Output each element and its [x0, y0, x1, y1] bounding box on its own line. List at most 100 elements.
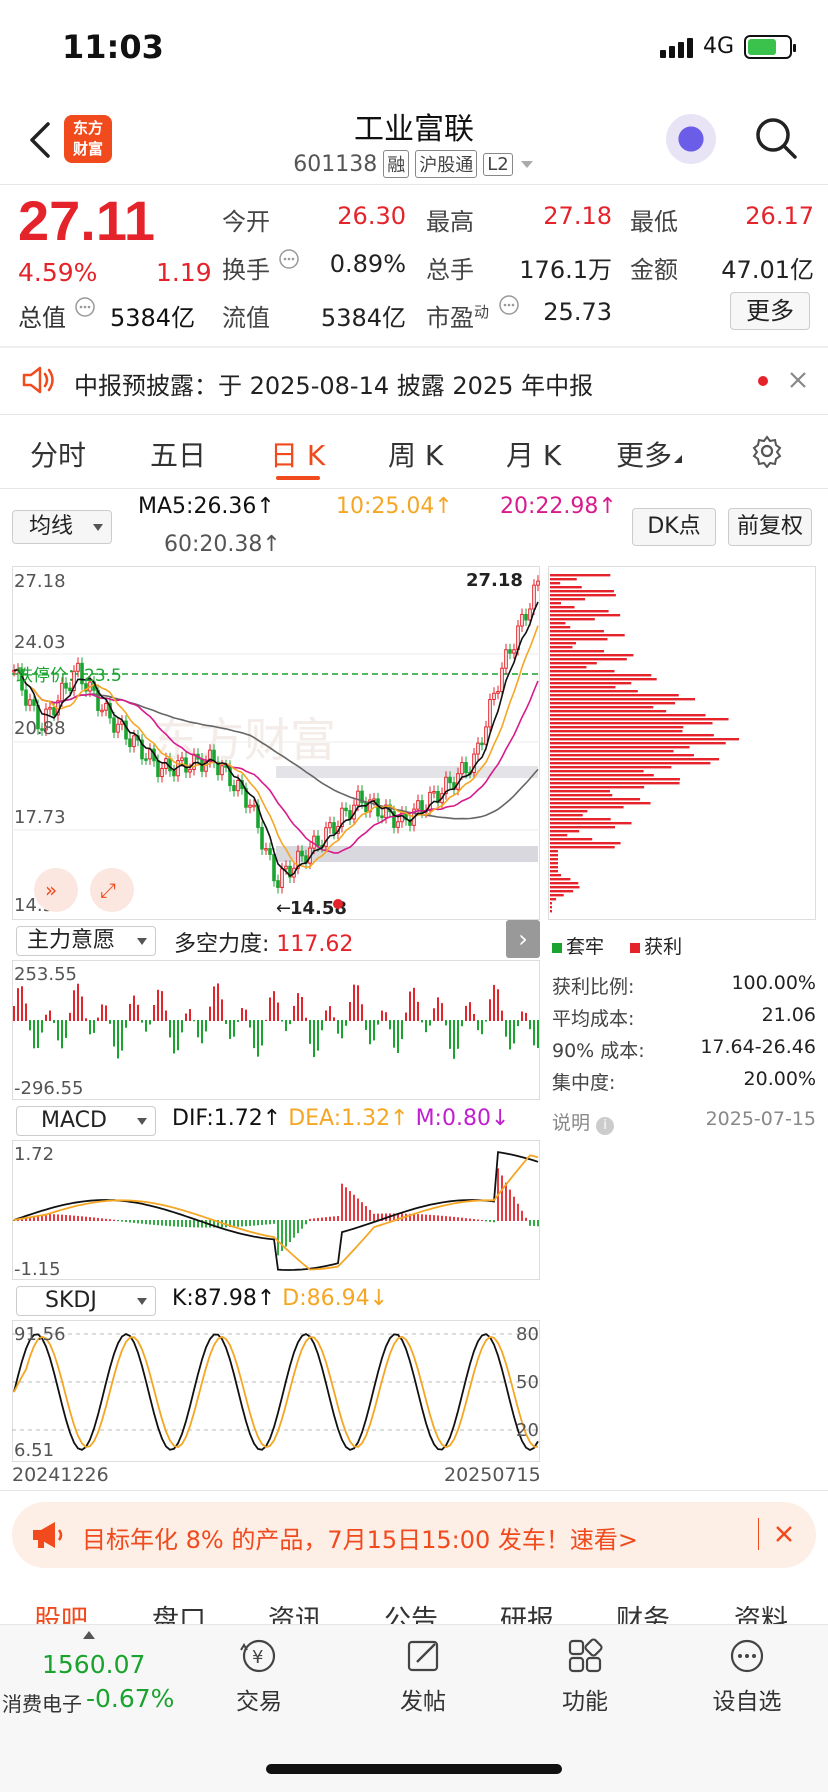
banner-text[interactable]: 目标年化 8% 的产品，7月15日15:00 发车！速看>: [82, 1520, 638, 1555]
mainforce-bar: [73, 990, 75, 1021]
candle: [416, 800, 420, 810]
nav-functions[interactable]: 功能: [540, 1636, 630, 1716]
macd-bar: [509, 1189, 511, 1221]
nav-trade[interactable]: ¥ 交易: [214, 1636, 304, 1716]
info-dots-icon[interactable]: [278, 248, 300, 270]
pe-label: 市盈动: [426, 303, 490, 332]
tab-weekly-k[interactable]: 周 K: [388, 434, 443, 474]
nav-watchlist[interactable]: 设自选: [702, 1636, 792, 1716]
tab-daily-k[interactable]: 日 K: [270, 434, 325, 474]
macd-bar: [117, 1220, 119, 1222]
tag-l2: L2: [483, 152, 513, 176]
stock-code: 601138: [293, 151, 378, 177]
mktcap-label: 总值: [18, 304, 66, 332]
mainforce-bar: [53, 1020, 55, 1023]
mainforce-bar: [45, 1014, 47, 1021]
notice-text[interactable]: 中报预披露：于 2025-08-14 披露 2025 年中报: [74, 366, 593, 401]
mainforce-bar: [217, 983, 219, 1021]
skdj-select[interactable]: SKDJ: [16, 1286, 156, 1316]
chip-bar: [550, 830, 580, 833]
mainforce-bar: [249, 1020, 251, 1028]
chevron-right-icon[interactable]: ›: [506, 920, 540, 958]
volume-label: 总手: [426, 256, 474, 284]
candle: [260, 826, 264, 850]
macd-bar: [457, 1217, 459, 1221]
tab-more[interactable]: 更多: [616, 434, 684, 474]
mainforce-bar: [121, 1020, 123, 1051]
macd-bar: [461, 1217, 463, 1221]
mainforce-bar: [533, 1020, 535, 1046]
tab-five-day[interactable]: 五日: [150, 434, 206, 474]
candle: [24, 689, 28, 706]
caret-up-icon: [83, 1631, 95, 1639]
macd-bar: [441, 1215, 443, 1221]
candle: [168, 758, 172, 772]
close-icon[interactable]: [774, 1524, 794, 1544]
macd-bar: [317, 1217, 319, 1221]
mainforce-bar: [253, 1020, 255, 1049]
skdj-chart[interactable]: 91.56 6.51 80 50 20: [12, 1320, 540, 1462]
chip-bar: [550, 702, 676, 705]
mainforce-bar: [389, 1020, 391, 1030]
mainforce-bar: [333, 1017, 335, 1021]
mainforce-bar: [205, 1020, 207, 1032]
mainforce-bar: [373, 1020, 375, 1041]
macd-bar: [189, 1220, 191, 1228]
chip-bar: [550, 818, 611, 821]
event-dot[interactable]: [333, 899, 343, 909]
settings-gear-icon[interactable]: [750, 434, 784, 468]
macd-bar: [517, 1203, 519, 1221]
divider: [0, 184, 828, 185]
info-dots-icon[interactable]: [74, 296, 96, 318]
nav-post[interactable]: 发帖: [378, 1636, 468, 1716]
macd-bar: [369, 1209, 371, 1221]
index-name[interactable]: 消费电子: [2, 1688, 82, 1717]
candle: [464, 762, 468, 774]
open-value: 26.30: [337, 202, 406, 230]
chip-bar: [550, 618, 595, 621]
index-value[interactable]: 1560.07: [42, 1650, 145, 1679]
candle: [344, 807, 348, 812]
search-icon[interactable]: [754, 116, 798, 160]
mainforce-bar: [477, 1020, 479, 1031]
chip-bar: [550, 738, 740, 741]
macd-bar: [181, 1220, 183, 1227]
chip-bar: [550, 754, 694, 757]
macd-bar: [477, 1219, 479, 1221]
assistant-robot-icon[interactable]: [666, 114, 716, 164]
macd-bar: [289, 1220, 291, 1243]
candle: [432, 790, 436, 794]
divider: [0, 346, 828, 348]
float-label: 流值: [222, 304, 270, 332]
candle: [332, 822, 336, 834]
mainforce-bar: [21, 986, 23, 1021]
indicator-select[interactable]: 均线: [12, 510, 112, 544]
dk-point-button[interactable]: DK点: [632, 508, 716, 546]
home-indicator: [266, 1764, 562, 1774]
mainforce-bar: [325, 1010, 327, 1021]
tab-intraday[interactable]: 分时: [30, 434, 86, 474]
close-icon[interactable]: [788, 370, 808, 390]
macd-chart[interactable]: 1.72 -1.15: [12, 1140, 540, 1280]
macd-bar: [57, 1214, 59, 1221]
mainforce-bar: [229, 1020, 231, 1039]
chip-bar: [550, 578, 577, 581]
adjust-button[interactable]: 前复权: [728, 508, 812, 546]
chip-info-label: 获利比例:: [552, 976, 635, 998]
kline-chart[interactable]: 东方财富 27.18 24.03 20.88 17.73 14.58 跌停价：2…: [12, 566, 540, 920]
chip-distribution-chart[interactable]: [548, 566, 816, 920]
macd-select[interactable]: MACD: [16, 1106, 156, 1136]
mainforce-chart[interactable]: 253.55 -296.55: [12, 960, 540, 1100]
tab-monthly-k[interactable]: 月 K: [506, 434, 561, 474]
chip-bar: [550, 774, 654, 777]
chip-explain[interactable]: 说明 i: [552, 1108, 615, 1135]
mainforce-select[interactable]: 主力意愿: [16, 926, 156, 956]
index-change[interactable]: -0.67%: [86, 1684, 174, 1713]
mainforce-bar: [89, 1020, 91, 1035]
macd-bar: [261, 1220, 263, 1225]
macd-bar: [325, 1217, 327, 1221]
mainforce-bar: [313, 1020, 315, 1058]
mainforce-bar: [177, 1020, 179, 1051]
y-label: 1.72: [14, 1144, 54, 1165]
more-button[interactable]: 更多: [730, 292, 810, 330]
